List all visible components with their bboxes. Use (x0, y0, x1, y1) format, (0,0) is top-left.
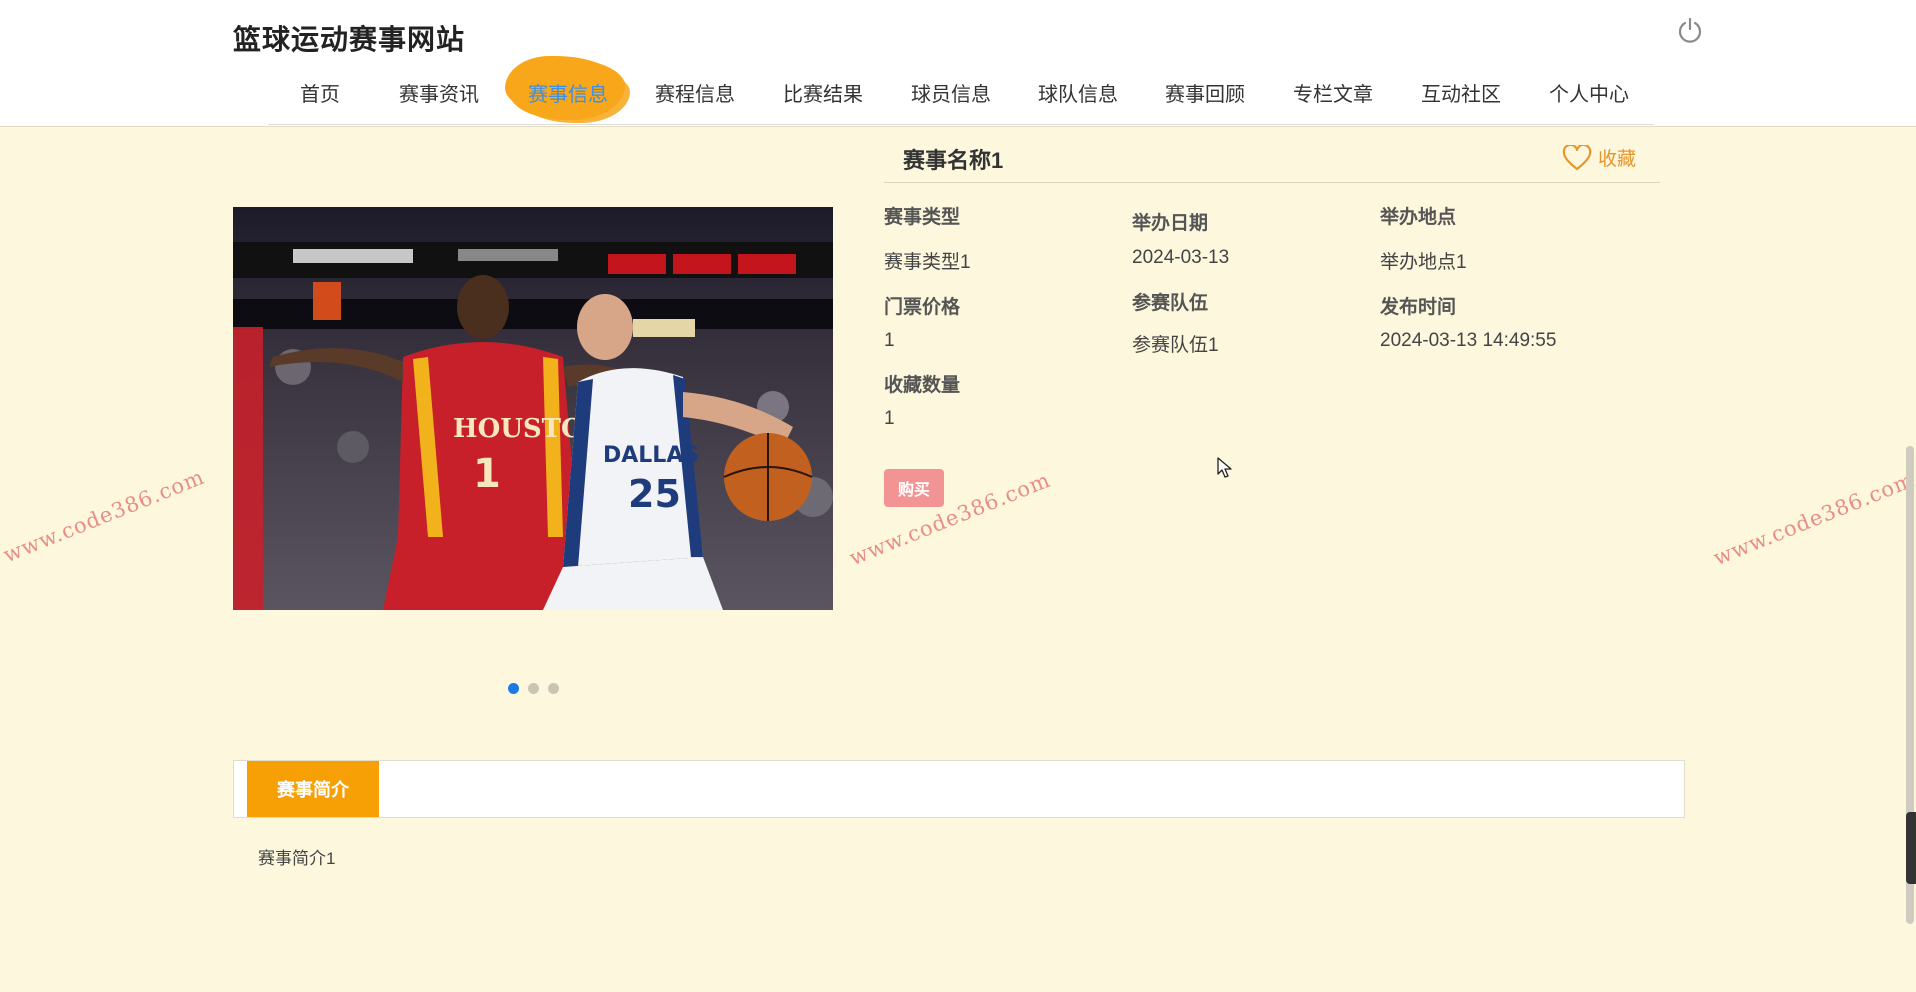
watermark-left: www.code386.com (0, 464, 208, 568)
nav-item-profile[interactable]: 个人中心 (1549, 78, 1629, 107)
title-divider (884, 182, 1660, 183)
watermark-right: www.code386.com (1710, 467, 1916, 571)
nav-item-review[interactable]: 赛事回顾 (1165, 78, 1245, 107)
place-value: 举办地点1 (1380, 252, 1467, 273)
type-label: 赛事类型 (884, 207, 961, 228)
carousel-dot-3[interactable] (548, 683, 559, 694)
event-title: 赛事名称1 (903, 148, 1004, 173)
favorite-count-value: 1 (884, 408, 895, 429)
side-panel-handle[interactable] (1906, 812, 1916, 884)
svg-text:DALLAS: DALLAS (603, 443, 699, 468)
heart-icon (1562, 144, 1592, 170)
tab-event-intro[interactable]: 赛事简介 (247, 761, 379, 817)
place-label: 举办地点 (1380, 207, 1457, 228)
svg-text:25: 25 (628, 472, 681, 516)
favorite-count-label: 收藏数量 (884, 375, 961, 396)
nav-item-home[interactable]: 首页 (300, 78, 340, 107)
detail-tab-bar: 赛事简介 (233, 760, 1685, 818)
event-photo[interactable]: HOUSTON 1 DALLAS 25 (233, 207, 833, 610)
date-label: 举办日期 (1132, 213, 1209, 234)
nav-item-schedule[interactable]: 赛程信息 (655, 78, 735, 107)
nav-item-news[interactable]: 赛事资讯 (399, 78, 479, 107)
date-value: 2024-03-13 (1132, 247, 1230, 268)
teams-label: 参赛队伍 (1132, 293, 1209, 314)
main-nav: 首页 赛事资讯 赛事信息 赛程信息 比赛结果 球员信息 球队信息 赛事回顾 专栏… (268, 66, 1654, 125)
site-title: 篮球运动赛事网站 (233, 24, 466, 55)
nav-item-players[interactable]: 球员信息 (911, 78, 991, 107)
tab-content-text: 赛事简介1 (258, 849, 336, 868)
favorite-label: 收藏 (1598, 149, 1637, 170)
carousel-dots (508, 683, 559, 694)
teams-value: 参赛队伍1 (1132, 335, 1219, 356)
site-header: 篮球运动赛事网站 首页 赛事资讯 赛事信息 赛程信息 比赛结果 球员信息 球队信… (0, 0, 1916, 127)
price-label: 门票价格 (884, 297, 961, 318)
nav-item-results[interactable]: 比赛结果 (783, 78, 863, 107)
nav-item-articles[interactable]: 专栏文章 (1293, 78, 1373, 107)
power-icon[interactable] (1676, 16, 1704, 44)
price-value: 1 (884, 330, 895, 351)
nav-item-community[interactable]: 互动社区 (1421, 78, 1501, 107)
favorite-button[interactable]: 收藏 (1562, 144, 1636, 171)
cursor-icon (1217, 457, 1233, 484)
publish-time-label: 发布时间 (1380, 297, 1457, 318)
watermark-center: www.code386.com (846, 467, 1054, 571)
nav-item-teams[interactable]: 球队信息 (1038, 78, 1118, 107)
carousel-dot-1[interactable] (508, 683, 519, 694)
type-value: 赛事类型1 (884, 252, 971, 273)
publish-time-value: 2024-03-13 14:49:55 (1380, 330, 1557, 351)
svg-text:1: 1 (473, 451, 501, 497)
buy-button[interactable]: 购买 (884, 469, 944, 507)
carousel-dot-2[interactable] (528, 683, 539, 694)
nav-item-events[interactable]: 赛事信息 (528, 78, 608, 107)
